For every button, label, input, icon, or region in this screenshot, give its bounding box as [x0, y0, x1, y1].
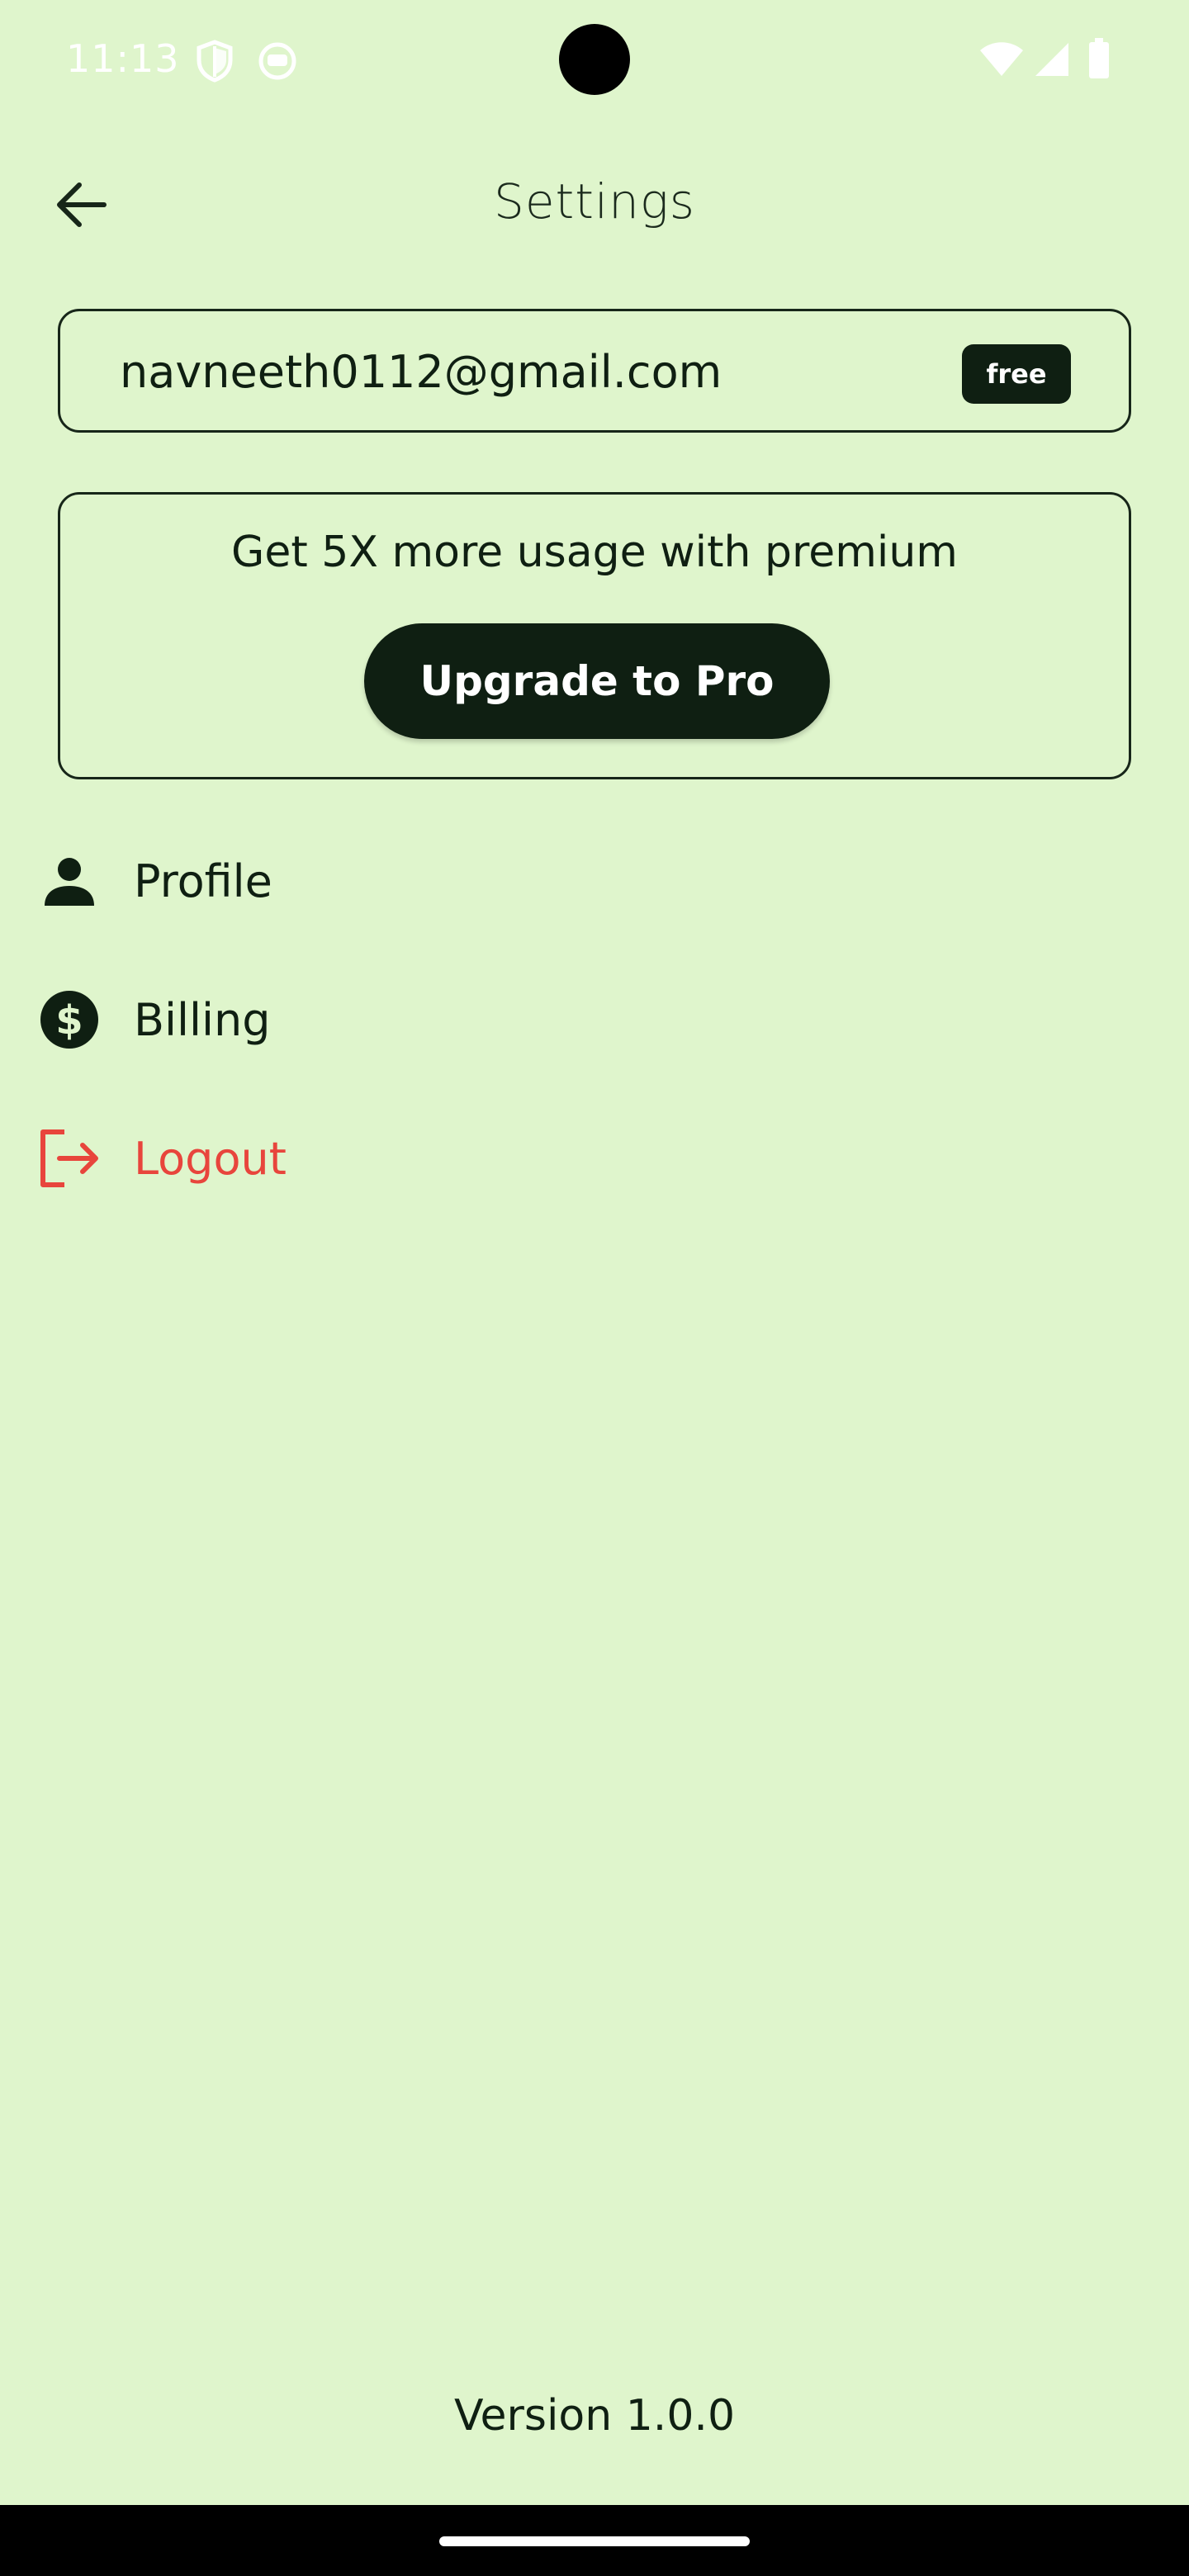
system-nav-bar [0, 2505, 1189, 2576]
menu-item-billing[interactable]: $ Billing [0, 958, 1189, 1082]
face-icon [258, 41, 297, 81]
home-indicator[interactable] [439, 2536, 750, 2546]
page-title: Settings [494, 173, 695, 230]
account-email: navneeth0112@gmail.com [120, 346, 722, 398]
logout-icon [38, 1127, 101, 1190]
version-label: Version 1.0.0 [453, 2391, 736, 2441]
battery-icon [1088, 38, 1110, 79]
promo-card: Get 5X more usage with premium Upgrade t… [58, 492, 1131, 779]
svg-text:$: $ [55, 997, 83, 1044]
account-card: navneeth0112@gmail.com free [58, 309, 1131, 433]
plan-badge: free [962, 344, 1071, 404]
menu-item-label: Billing [134, 994, 271, 1046]
promo-text: Get 5X more usage with premium [231, 528, 958, 577]
menu-item-profile[interactable]: Profile [0, 819, 1189, 943]
signal-icon [1034, 41, 1070, 78]
menu-item-label: Profile [134, 855, 272, 907]
menu-item-logout[interactable]: Logout [0, 1096, 1189, 1220]
app-bar: Settings [0, 149, 1189, 256]
menu-item-label: Logout [134, 1133, 287, 1185]
person-icon [38, 850, 101, 912]
dollar-circle-icon: $ [38, 988, 101, 1051]
status-time: 11:13 [66, 36, 180, 81]
front-camera [559, 24, 630, 95]
wifi-icon [979, 41, 1024, 78]
status-bar: 11:13 [0, 0, 1189, 119]
shield-icon [195, 40, 234, 83]
upgrade-to-pro-button[interactable]: Upgrade to Pro [364, 623, 830, 739]
